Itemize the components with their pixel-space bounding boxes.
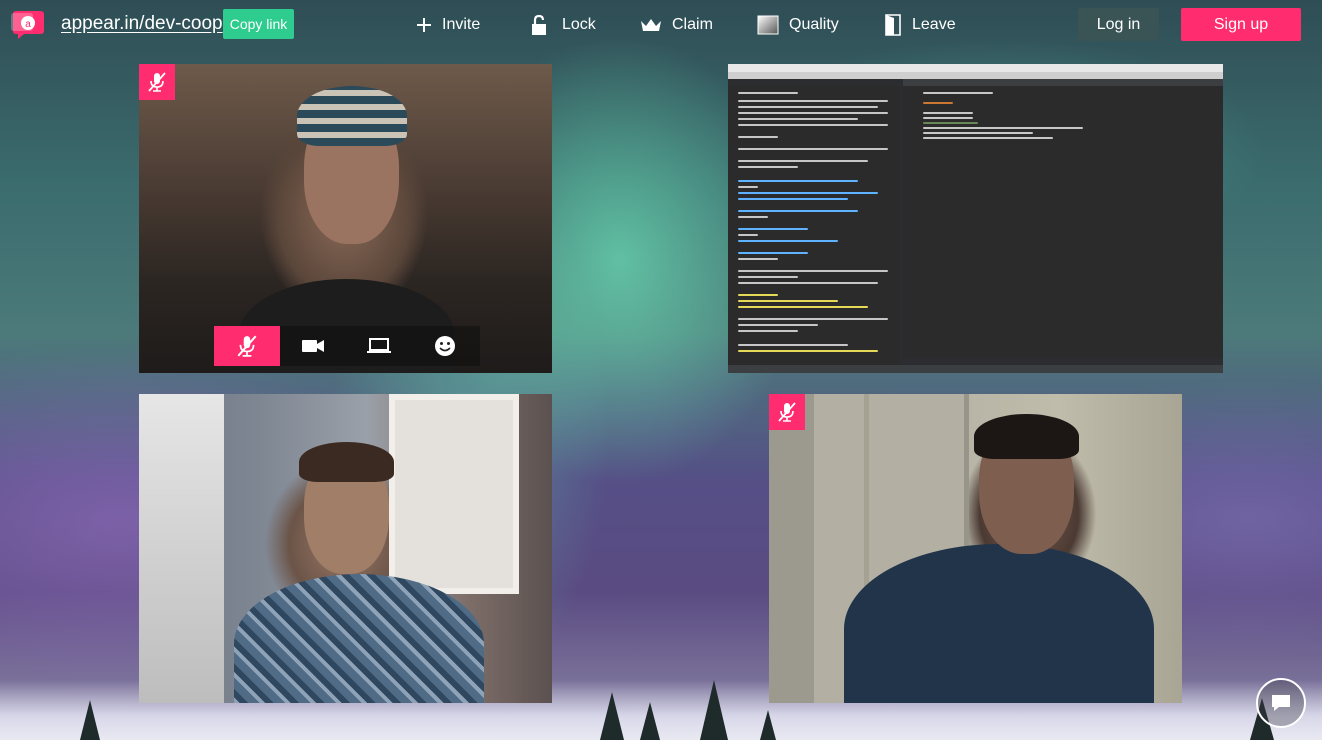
participant-silhouette: [234, 574, 484, 703]
leave-button[interactable]: Leave: [884, 12, 956, 38]
quality-button[interactable]: Quality: [757, 12, 839, 38]
leave-label: Leave: [912, 16, 956, 33]
invite-label: Invite: [442, 16, 481, 33]
quality-icon: [757, 15, 779, 35]
invite-button[interactable]: Invite: [416, 12, 480, 38]
participant-silhouette: [844, 544, 1154, 703]
signup-button[interactable]: Sign up: [1181, 8, 1301, 41]
lock-label: Lock: [562, 16, 596, 33]
top-bar: a appear.in/dev-coop Copy link Invite Lo…: [0, 0, 1322, 50]
video-tile-participant-3[interactable]: [139, 394, 552, 703]
participant-beanie: [297, 86, 407, 146]
svg-text:a: a: [25, 19, 31, 30]
appear-in-logo[interactable]: a: [10, 10, 46, 40]
mic-muted-icon: [148, 72, 166, 92]
room-name-link[interactable]: appear.in/dev-coop: [61, 13, 223, 35]
shared-editor-pane: [903, 86, 1223, 358]
chat-bubble-icon: [1272, 695, 1290, 711]
toggle-camera-button[interactable]: [280, 326, 346, 366]
emoji-reaction-button[interactable]: [412, 326, 478, 366]
video-tile-participant-1[interactable]: [139, 64, 552, 373]
mute-badge: [139, 64, 175, 100]
copy-link-button[interactable]: Copy link: [223, 9, 294, 39]
shared-status-bar: [728, 365, 1223, 373]
plus-icon: [417, 18, 431, 32]
mute-badge: [769, 394, 805, 430]
crown-icon: [641, 19, 661, 31]
login-button[interactable]: Log in: [1078, 8, 1159, 41]
mic-muted-icon: [778, 402, 796, 422]
lock-button[interactable]: Lock: [530, 12, 596, 38]
mic-muted-icon: [237, 335, 257, 357]
toggle-mic-button[interactable]: [214, 326, 280, 366]
smiley-icon: [435, 336, 455, 356]
shared-screen-menubar: [728, 64, 1223, 72]
chat-button[interactable]: [1256, 678, 1306, 728]
participant-hair: [974, 414, 1079, 459]
video-tile-participant-4[interactable]: [769, 394, 1182, 703]
shared-terminal-pane: [728, 86, 900, 365]
screen-share-tile[interactable]: [728, 64, 1223, 373]
self-controls-bar: [214, 326, 480, 366]
shared-screen-titlebar: [728, 72, 1223, 79]
camera-icon: [302, 340, 324, 352]
participant-hair: [299, 442, 394, 482]
claim-label: Claim: [672, 16, 713, 33]
door-exit-icon: [885, 14, 901, 36]
claim-button[interactable]: Claim: [640, 12, 713, 38]
laptop-icon: [367, 338, 391, 353]
unlock-icon: [532, 14, 546, 35]
door-frame: [389, 394, 519, 594]
share-screen-button[interactable]: [346, 326, 412, 366]
window-frame: [139, 394, 224, 703]
quality-label: Quality: [789, 16, 839, 33]
shared-editor-tabs: [903, 79, 1223, 86]
